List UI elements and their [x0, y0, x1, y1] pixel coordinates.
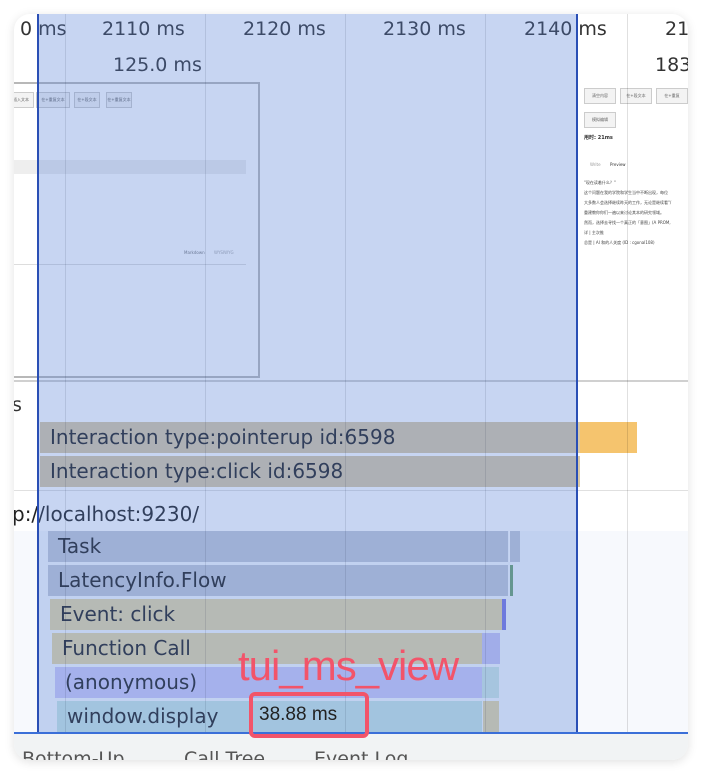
time-label: 用时: 21ms — [584, 135, 613, 141]
preview-text: "现在读着什么？" 这个问题在我的学院和学生当中不断出现，每位 大多数人会选择继… — [584, 178, 688, 248]
gridline — [627, 14, 628, 732]
tab-preview: Preview — [610, 162, 626, 167]
mini-button: 模拟编辑 — [584, 112, 616, 128]
preview-line: 这个问题在我的学院和学生当中不断出现，每位 — [584, 190, 668, 195]
tab-bottom-up[interactable]: Bottom-Up — [22, 748, 125, 760]
preview-line: 重建教你你们一遍以来讨论其本的研究领域。 — [584, 210, 664, 215]
annotation-label: tui_ms_view — [238, 642, 459, 689]
mini-button: 在+段文本 — [620, 88, 652, 104]
preview-line: "现在读着什么？" — [584, 180, 616, 185]
preview-line: 详 | 主次推 — [584, 230, 604, 235]
performance-panel: 0 ms 2110 ms 2120 ms 2130 ms 2140 ms 21 … — [14, 14, 688, 760]
mini-button: 在+重复 — [656, 88, 688, 104]
tab-event-log[interactable]: Event Log — [314, 748, 408, 760]
screenshot-thumbnail-right[interactable]: 清空内容 在+段文本 在+重复 模拟编辑 用时: 21ms Write Prev… — [580, 82, 688, 252]
mini-button: 插入文本 — [14, 92, 34, 108]
ruler-tick: 21 — [665, 18, 688, 40]
tab-write: Write — [590, 162, 601, 167]
annotation-duration-box: 38.88 ms — [249, 692, 369, 738]
interactions-track-label: s — [14, 394, 22, 416]
preview-line: 然而，选择去寻找一个真正的「意图」(A PROM, — [584, 220, 671, 225]
mini-button: 清空内容 — [584, 88, 616, 104]
tab-call-tree[interactable]: Call Tree — [184, 748, 265, 760]
time-range-selection[interactable] — [37, 14, 578, 732]
preview-line: 大多数人会选择继续昨天的工作，无论是继续看"/ — [584, 200, 672, 205]
preview-line: 总是 | AI 和的人关度 (ID : cgonal108) — [584, 240, 655, 245]
right-duration: 183 — [655, 54, 688, 76]
